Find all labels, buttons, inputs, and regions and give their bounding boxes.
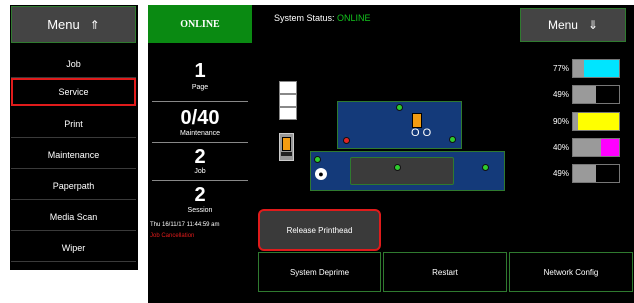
job-state-text: Job Cancellation bbox=[150, 233, 195, 239]
menu-button-label: Menu bbox=[547, 18, 578, 32]
media-slot bbox=[279, 94, 297, 107]
menu-item-paperpath[interactable]: Paperpath bbox=[11, 172, 136, 200]
session-counter: 2 Session bbox=[148, 185, 252, 214]
ink-bar-magenta bbox=[572, 138, 620, 157]
ink-percent-black: 49% bbox=[552, 90, 569, 99]
status-led-green bbox=[314, 156, 321, 163]
divider bbox=[152, 101, 248, 102]
ink-bar-cyan bbox=[572, 59, 620, 78]
ink-bar-black bbox=[572, 85, 620, 104]
status-led-green bbox=[482, 164, 489, 171]
restart-button[interactable]: Restart bbox=[383, 252, 507, 292]
job-count: 2 bbox=[194, 146, 206, 168]
ink-bar-yellow bbox=[572, 112, 620, 131]
page-count-label: Page bbox=[191, 84, 209, 91]
arrow-up-icon: ⇑ bbox=[89, 17, 100, 32]
menu-button-label: Menu bbox=[47, 17, 80, 32]
ink-drop-icon: ● bbox=[315, 168, 327, 180]
ink-bar-black-2 bbox=[572, 164, 620, 183]
status-led-green bbox=[394, 164, 401, 171]
carriage-rings: O O bbox=[411, 127, 432, 139]
page-count: 1 bbox=[194, 60, 206, 82]
cartridge-holder bbox=[279, 133, 294, 161]
media-slot bbox=[279, 107, 297, 120]
status-led-red bbox=[343, 137, 350, 144]
ink-percent-yellow: 90% bbox=[552, 117, 569, 126]
job-count-label: Job bbox=[194, 168, 206, 175]
cartridge-icon bbox=[282, 137, 291, 151]
ink-percent-black-2: 49% bbox=[552, 169, 569, 178]
status-led-green bbox=[449, 136, 456, 143]
menu-item-media-scan[interactable]: Media Scan bbox=[11, 203, 136, 231]
paper-path bbox=[350, 157, 454, 185]
divider bbox=[152, 142, 248, 143]
online-status-tab: ONLINE bbox=[148, 5, 252, 43]
maintenance-count: 0/40 bbox=[180, 107, 220, 129]
maintenance-count-label: Maintenance bbox=[179, 130, 221, 137]
system-status-value: ONLINE bbox=[337, 13, 371, 23]
system-status-label: System Status: bbox=[274, 13, 335, 23]
network-config-button[interactable]: Network Config bbox=[509, 252, 633, 292]
menu-item-print[interactable]: Print bbox=[11, 110, 136, 138]
system-deprime-button[interactable]: System Deprime bbox=[258, 252, 381, 292]
maintenance-counter: 0/40 Maintenance bbox=[148, 108, 252, 137]
ink-percent-cyan: 77% bbox=[552, 64, 569, 73]
menu-item-maintenance[interactable]: Maintenance bbox=[11, 141, 136, 169]
arrow-down-icon: ⇓ bbox=[587, 18, 599, 32]
menu-item-job[interactable]: Job bbox=[11, 50, 136, 78]
release-printhead-button[interactable]: Release Printhead bbox=[258, 209, 381, 251]
left-dropdown-menu: Menu ⇑ Job Service Print Maintenance Pap… bbox=[10, 5, 138, 270]
menu-button-open[interactable]: Menu ⇑ bbox=[11, 6, 136, 43]
job-counter: 2 Job bbox=[148, 147, 252, 175]
system-status: System Status: ONLINE bbox=[274, 13, 371, 23]
datetime-text: Thu 16/11/17 11:44:59 am bbox=[150, 222, 220, 228]
menu-button[interactable]: Menu ⇓ bbox=[520, 8, 626, 42]
menu-item-wiper[interactable]: Wiper bbox=[11, 234, 136, 262]
cartridge-base bbox=[281, 152, 292, 156]
session-count-label: Session bbox=[187, 207, 213, 214]
ink-percent-magenta: 40% bbox=[552, 143, 569, 152]
session-count: 2 bbox=[194, 184, 206, 206]
page-counter: 1 Page bbox=[148, 61, 252, 91]
main-panel: ONLINE System Status: ONLINE Menu ⇓ 1 Pa… bbox=[148, 5, 634, 303]
media-slot bbox=[279, 81, 297, 94]
printhead-icon bbox=[412, 113, 422, 128]
menu-item-service[interactable]: Service bbox=[11, 78, 136, 106]
status-led-green bbox=[396, 104, 403, 111]
printhead-carriage: O O bbox=[409, 113, 443, 139]
divider bbox=[152, 180, 248, 181]
